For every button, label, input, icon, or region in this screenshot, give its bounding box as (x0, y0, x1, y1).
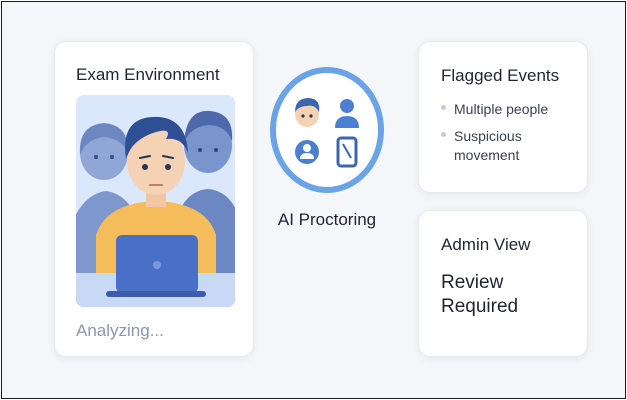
review-required-status: Review Required (441, 272, 519, 317)
app-frame: Exam Environment Analyzing... AI Proctor… (1, 1, 626, 399)
admin-view-title: Admin View (441, 235, 531, 254)
flagged-event-label: Suspicious movement (454, 128, 522, 163)
exam-environment-title: Exam Environment (76, 65, 220, 84)
flagged-events-list: Multiple people Suspicious movement (441, 100, 581, 173)
bullet-dot-icon (441, 105, 446, 110)
ai-proctoring-icon (269, 66, 385, 194)
flagged-events-card: Flagged Events Multiple people Suspiciou… (418, 41, 588, 193)
ai-proctoring-label: AI Proctoring (277, 210, 377, 229)
person-face-icon (295, 98, 320, 127)
admin-view-card: Admin View Review Required (418, 210, 588, 357)
flagged-event-item: Suspicious movement (441, 127, 581, 165)
ai-proctoring-ring-svg (270, 67, 384, 193)
flagged-event-label: Multiple people (454, 101, 549, 117)
analyzing-status: Analyzing... (76, 321, 164, 340)
user-badge-icon (295, 140, 319, 164)
exam-environment-card: Exam Environment Analyzing... (54, 41, 254, 357)
bullet-dot-icon (441, 132, 446, 137)
flagged-events-title: Flagged Events (441, 66, 560, 85)
student-illustration-svg (76, 95, 235, 307)
student-at-laptop-illustration (76, 95, 235, 307)
laptop-icon (106, 235, 206, 297)
flagged-event-item: Multiple people (441, 100, 581, 119)
